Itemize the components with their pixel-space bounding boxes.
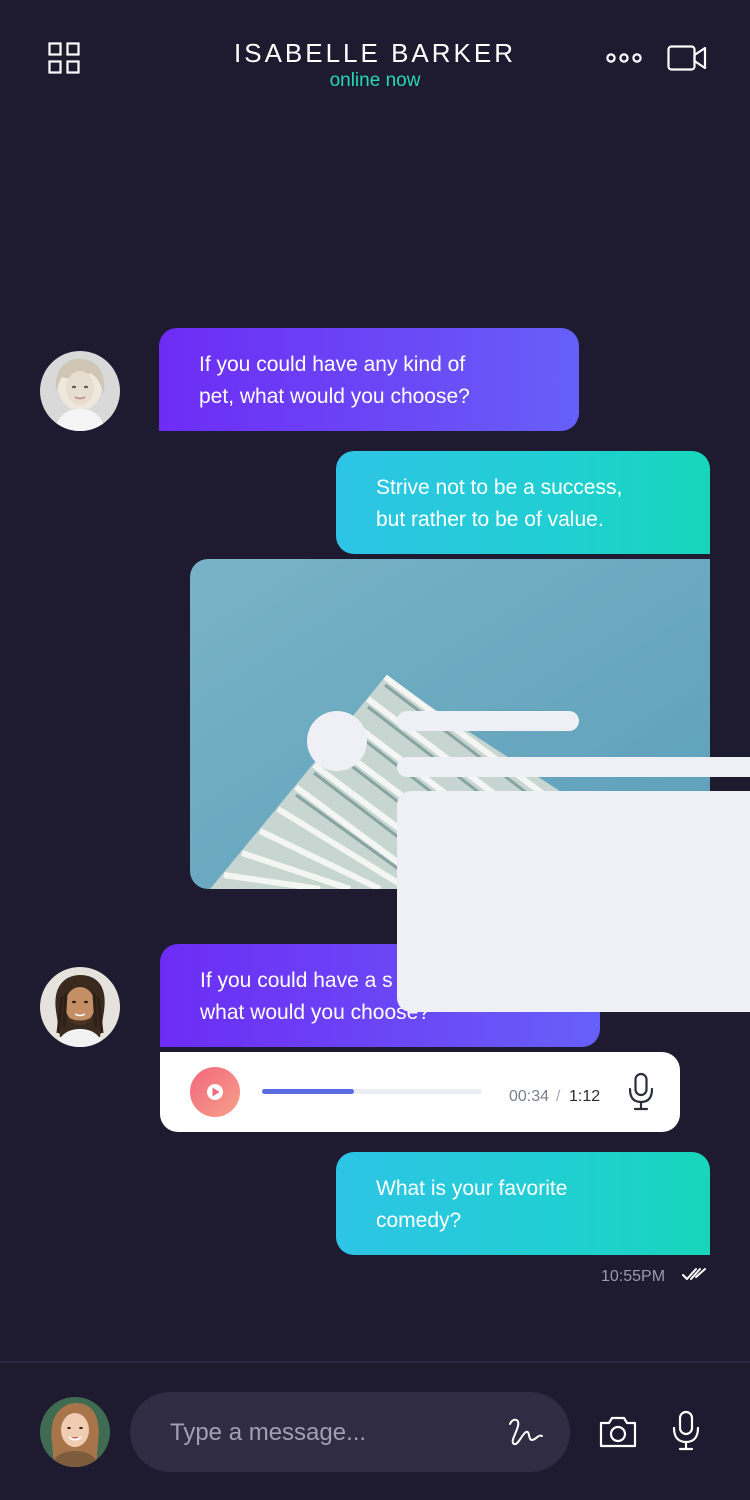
message-timestamp: 10:55PM — [601, 1268, 666, 1285]
message-bubble-outgoing[interactable]: What is your favorite comedy? — [336, 1152, 710, 1255]
scribble-icon[interactable] — [506, 1416, 546, 1448]
skeleton-line — [397, 757, 750, 777]
message-text: pet, what would you choose? — [199, 385, 470, 408]
more-icon[interactable] — [605, 50, 643, 66]
double-check-icon — [682, 1266, 708, 1282]
voice-time-separator: / — [556, 1088, 561, 1105]
avatar-isabelle[interactable] — [40, 351, 120, 431]
voice-current-time: 00:34 — [509, 1088, 550, 1105]
voice-message[interactable]: 00:34 / 1:12 — [160, 1052, 680, 1132]
message-text: comedy? — [376, 1209, 462, 1232]
play-button[interactable] — [190, 1067, 240, 1117]
play-icon — [207, 1084, 223, 1100]
skeleton-card — [397, 791, 750, 1012]
voice-progress-fill — [262, 1089, 355, 1094]
video-camera-icon[interactable] — [667, 44, 707, 72]
message-text: but rather to be of value. — [376, 508, 604, 531]
message-composer — [130, 1392, 570, 1474]
message-bubble-outgoing[interactable]: Strive not to be a success, but rather t… — [336, 451, 710, 554]
microphone-icon[interactable] — [672, 1410, 700, 1452]
voice-progress-track[interactable] — [262, 1089, 482, 1094]
skeleton-avatar — [307, 711, 367, 771]
message-text: If you could have any kind of — [199, 353, 466, 376]
microphone-icon[interactable] — [628, 1072, 654, 1112]
skeleton-line — [397, 711, 579, 731]
avatar-self[interactable] — [40, 1397, 110, 1467]
voice-total-time: 1:12 — [569, 1088, 601, 1105]
camera-icon[interactable] — [598, 1414, 638, 1450]
message-bubble-incoming[interactable]: If you could have any kind of pet, what … — [159, 328, 579, 431]
message-text: Strive not to be a success, — [376, 476, 623, 499]
online-status: online now — [329, 70, 421, 91]
message-input[interactable] — [168, 1392, 492, 1474]
avatar-contact[interactable] — [40, 967, 120, 1047]
message-text: What is your favorite — [376, 1177, 568, 1200]
footer-divider — [0, 1361, 750, 1363]
